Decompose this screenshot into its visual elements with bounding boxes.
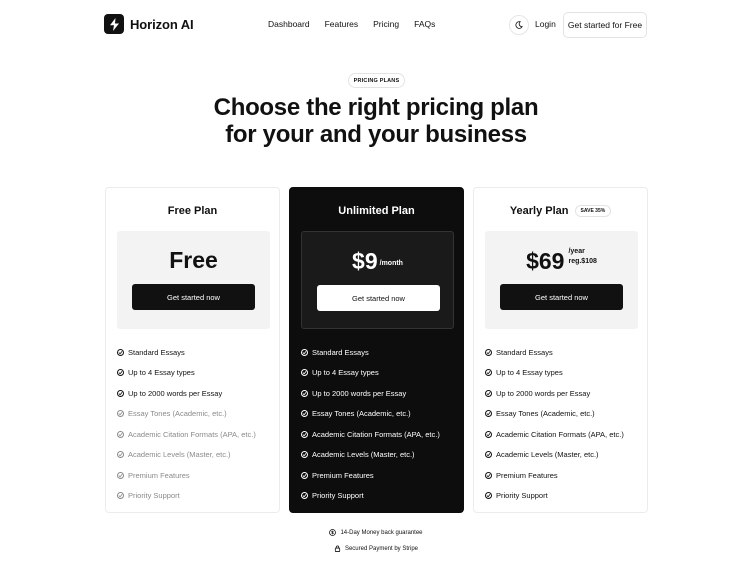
check-circle-icon <box>301 369 308 377</box>
feature-item: Up to 4 Essay types <box>301 363 440 384</box>
plan-name: Free Plan <box>167 205 218 217</box>
check-circle-icon <box>117 348 124 356</box>
price-box: Free Get started now <box>117 231 270 329</box>
feature-item: Academic Levels (Master, etc.) <box>485 445 624 466</box>
check-circle-icon <box>301 451 308 459</box>
feature-item: Up to 4 Essay types <box>117 363 256 384</box>
check-circle-icon <box>485 471 492 479</box>
lightning-bolt-icon <box>104 14 124 34</box>
plan-name: Yearly Plan <box>509 205 569 217</box>
feature-item-excluded: Priority Support <box>117 486 256 507</box>
check-circle-icon <box>485 369 492 377</box>
page-title: Choose the right pricing plan for your a… <box>150 94 602 148</box>
price-box: $69/year reg.$108 Get started now <box>485 231 638 329</box>
feature-item: Premium Features <box>301 465 440 486</box>
check-circle-icon <box>301 348 308 356</box>
feature-item: Standard Essays <box>301 342 440 363</box>
price-period: /year <box>568 248 585 255</box>
feature-item: Academic Citation Formats (APA, etc.) <box>485 424 624 445</box>
nav-link-features[interactable]: Features <box>325 19 359 29</box>
price-period: /month <box>379 260 403 267</box>
login-link[interactable]: Login <box>535 19 556 29</box>
moon-icon <box>515 21 523 29</box>
nav-links: Dashboard Features Pricing FAQs <box>268 19 450 29</box>
feature-item: Up to 4 Essay types <box>485 363 624 384</box>
brand-name: Horizon AI <box>130 16 194 32</box>
check-circle-icon <box>301 492 308 500</box>
price-box: $9/month Get started now <box>301 231 454 329</box>
check-circle-icon <box>117 369 124 377</box>
page-title-line-1: Choose the right pricing plan <box>213 94 539 121</box>
feature-item-excluded: Premium Features <box>117 465 256 486</box>
get-started-free-button[interactable]: Get started for Free <box>563 12 647 38</box>
check-circle-icon <box>485 348 492 356</box>
check-circle-icon <box>301 389 308 397</box>
pricing-plans-badge: PRICING PLANS <box>348 73 405 88</box>
nav-link-pricing[interactable]: Pricing <box>373 19 399 29</box>
check-circle-icon <box>301 430 308 438</box>
feature-item: Up to 2000 words per Essay <box>117 383 256 404</box>
feature-item: Priority Support <box>485 486 624 507</box>
feature-list: Standard Essays Up to 4 Essay types Up t… <box>485 342 624 506</box>
feature-item: Essay Tones (Academic, etc.) <box>301 404 440 425</box>
feature-list: Standard Essays Up to 4 Essay types Up t… <box>301 342 440 506</box>
get-started-button-free[interactable]: Get started now <box>132 284 255 310</box>
check-circle-icon <box>301 410 308 418</box>
feature-item: Academic Citation Formats (APA, etc.) <box>301 424 440 445</box>
feature-item-excluded: Academic Citation Formats (APA, etc.) <box>117 424 256 445</box>
plan-price: $69 <box>526 248 565 274</box>
plan-card-yearly: Yearly Plan SAVE 35% $69/year reg.$108 Get… <box>473 187 648 513</box>
check-circle-icon <box>117 492 124 500</box>
check-circle-icon <box>117 430 124 438</box>
check-circle-icon <box>485 430 492 438</box>
feature-item: Premium Features <box>485 465 624 486</box>
feature-item: Up to 2000 words per Essay <box>485 383 624 404</box>
top-nav: Horizon AI Dashboard Features Pricing FA… <box>0 0 752 50</box>
money-back-note: 14-Day Money back guarantee <box>0 529 752 536</box>
theme-toggle-button[interactable] <box>509 15 529 35</box>
dollar-coin-icon <box>329 529 337 536</box>
plan-card-free: Free Plan Free Get started now Standard … <box>105 187 280 513</box>
feature-item-excluded: Academic Levels (Master, etc.) <box>117 445 256 466</box>
page-title-line-2: for your and your business <box>225 121 527 148</box>
get-started-button-unlimited[interactable]: Get started now <box>317 285 440 311</box>
nav-link-faqs[interactable]: FAQs <box>414 19 435 29</box>
plan-name-row: Yearly Plan SAVE 35% <box>474 205 647 218</box>
nav-link-dashboard[interactable]: Dashboard <box>268 19 310 29</box>
check-circle-icon <box>117 410 124 418</box>
get-started-button-yearly[interactable]: Get started now <box>500 284 623 310</box>
feature-item: Priority Support <box>301 486 440 507</box>
check-circle-icon <box>485 410 492 418</box>
secure-payment-note: Secured Payment by Stripe <box>0 545 752 552</box>
plan-price: Free <box>169 247 218 273</box>
check-circle-icon <box>485 389 492 397</box>
plan-name: Unlimited Plan <box>338 205 415 217</box>
feature-item: Essay Tones (Academic, etc.) <box>485 404 624 425</box>
lock-icon <box>334 545 341 552</box>
check-circle-icon <box>485 492 492 500</box>
check-circle-icon <box>301 471 308 479</box>
check-circle-icon <box>117 451 124 459</box>
brand[interactable]: Horizon AI <box>104 14 194 34</box>
regular-price: reg.$108 <box>568 258 597 265</box>
feature-item: Up to 2000 words per Essay <box>301 383 440 404</box>
feature-item: Academic Levels (Master, etc.) <box>301 445 440 466</box>
check-circle-icon <box>117 471 124 479</box>
check-circle-icon <box>117 389 124 397</box>
feature-list: Standard Essays Up to 4 Essay types Up t… <box>117 342 256 506</box>
feature-item: Standard Essays <box>117 342 256 363</box>
plan-price: $9 <box>352 248 378 274</box>
feature-item-excluded: Essay Tones (Academic, etc.) <box>117 404 256 425</box>
plan-card-unlimited: Unlimited Plan $9/month Get started now … <box>289 187 464 513</box>
check-circle-icon <box>485 451 492 459</box>
save-badge: SAVE 35% <box>574 205 612 218</box>
feature-item: Standard Essays <box>485 342 624 363</box>
